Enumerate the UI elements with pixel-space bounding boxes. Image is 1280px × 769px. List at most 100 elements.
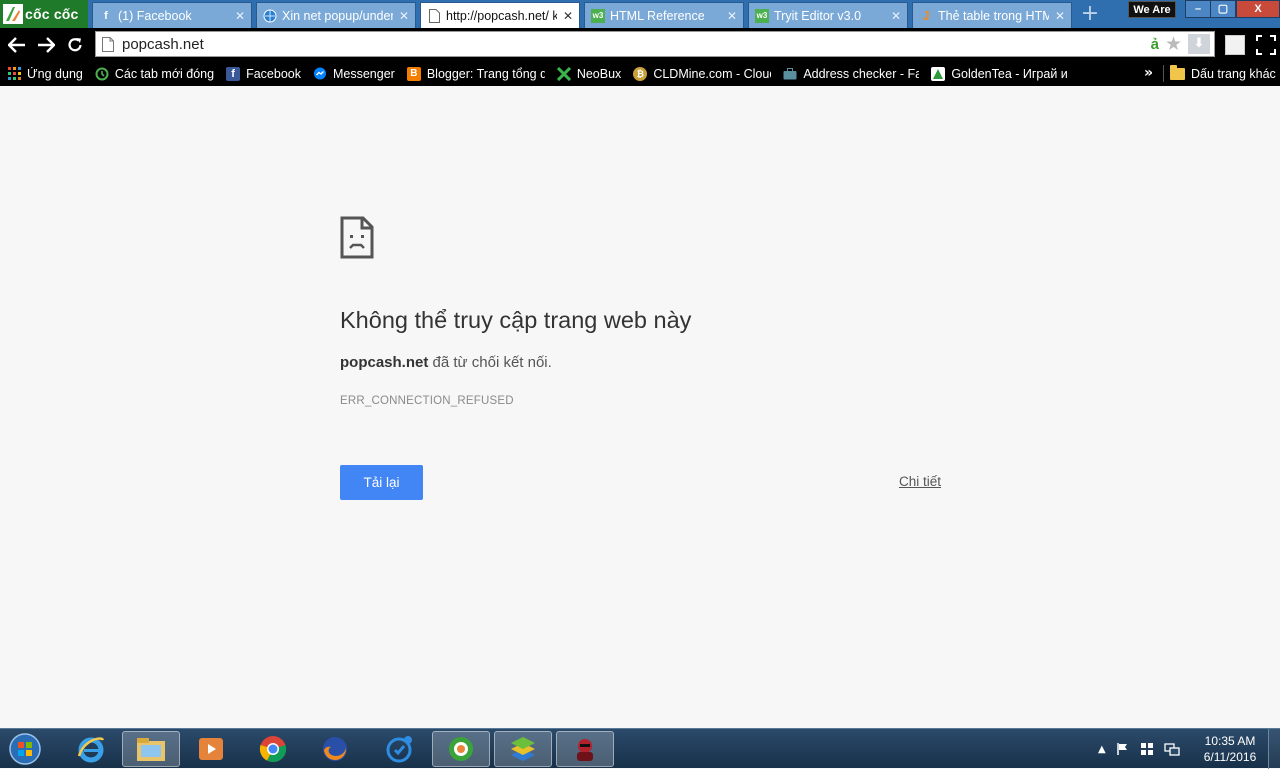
bookmark-recent-tabs[interactable]: Các tab mới đóng xyxy=(95,67,214,81)
coccoc-logo-icon xyxy=(3,4,23,24)
bookmark-neobux[interactable]: NeoBux xyxy=(556,66,621,81)
action-center-flag-icon[interactable] xyxy=(1116,742,1130,756)
globe-icon xyxy=(263,9,277,23)
facebook-icon: f xyxy=(226,66,241,81)
minimize-button[interactable]: – xyxy=(1185,0,1211,18)
coccoc-update-icon xyxy=(386,736,412,763)
brand-name: cốc cốc xyxy=(25,6,79,22)
bookmark-label: Các tab mới đóng xyxy=(114,66,215,81)
close-window-button[interactable]: X xyxy=(1236,0,1280,18)
tab-xin-net[interactable]: Xin net popup/under ✕ xyxy=(256,2,416,28)
we-are-badge[interactable]: We Are xyxy=(1128,1,1176,18)
bookmark-label: Facebook xyxy=(246,66,301,81)
file-explorer-icon xyxy=(137,738,165,761)
tab-title: Tryit Editor v3.0 xyxy=(774,8,862,23)
other-bookmarks-folder[interactable]: Dấu trang khác xyxy=(1170,61,1276,86)
bookmark-facebook[interactable]: f Facebook xyxy=(226,66,301,81)
history-icon xyxy=(95,67,109,81)
maximize-button[interactable]: ▢ xyxy=(1210,0,1236,18)
w3schools-icon: w3 xyxy=(591,8,605,23)
bookmark-label: CLDMine.com - Cloud xyxy=(653,66,772,81)
bookmarks-divider xyxy=(1163,65,1164,82)
taskbar-explorer[interactable] xyxy=(122,731,180,767)
details-link[interactable]: Chi tiết xyxy=(899,474,941,489)
close-icon[interactable]: ✕ xyxy=(725,9,739,23)
url-text: popcash.net xyxy=(122,35,204,53)
apps-grid-icon xyxy=(7,67,21,81)
tab-tryit-editor[interactable]: w3 Tryit Editor v3.0 ✕ xyxy=(748,2,908,28)
bookmark-label: Blogger: Trang tổng q xyxy=(426,66,545,81)
tab-html-reference[interactable]: w3 HTML Reference ✕ xyxy=(584,2,744,28)
extension-icon[interactable] xyxy=(1225,35,1245,55)
coccoc-icon xyxy=(449,737,473,761)
forward-button[interactable] xyxy=(34,33,58,57)
windows-update-icon[interactable] xyxy=(1140,742,1154,756)
system-clock[interactable]: 10:35 AM 6/11/2016 xyxy=(1198,733,1262,765)
chrome-icon xyxy=(259,736,287,763)
folder-icon xyxy=(1170,64,1185,80)
page-icon xyxy=(427,8,441,23)
taskbar-ie[interactable] xyxy=(62,731,120,767)
spy-game-icon xyxy=(577,739,593,761)
close-icon[interactable]: ✕ xyxy=(397,9,411,23)
bluestacks-icon xyxy=(511,737,535,761)
close-icon[interactable]: ✕ xyxy=(561,9,575,23)
bookmark-label: GoldenTea - Играй и xyxy=(951,66,1068,81)
reload-icon xyxy=(68,38,82,52)
error-host: popcash.net xyxy=(340,354,429,371)
taskbar-media-player[interactable] xyxy=(182,731,240,767)
forward-arrow-icon xyxy=(38,37,55,53)
error-summary-text: đã từ chối kết nối. xyxy=(428,354,552,371)
firefox-icon xyxy=(323,737,347,761)
tab-title: (1) Facebook xyxy=(118,8,192,23)
bookmark-apps[interactable]: Ứng dụng xyxy=(7,67,83,81)
taskbar-firefox[interactable] xyxy=(306,731,364,767)
clock-date: 6/11/2016 xyxy=(1203,750,1257,764)
j-icon: J xyxy=(922,8,930,23)
new-tab-button[interactable]: + xyxy=(1078,3,1102,25)
close-icon[interactable]: ✕ xyxy=(889,9,903,23)
sad-page-icon xyxy=(340,216,374,259)
close-icon[interactable]: ✕ xyxy=(233,9,247,23)
bitcoin-icon: ₿ xyxy=(633,66,648,81)
spellcheck-icon[interactable]: ả xyxy=(1151,36,1159,53)
taskbar-chrome[interactable] xyxy=(244,731,302,767)
back-arrow-icon xyxy=(8,37,25,53)
w3schools-icon: w3 xyxy=(755,8,769,23)
taskbar-bluestacks[interactable] xyxy=(494,731,552,767)
taskbar: ▲ 10:35 AM 6/11/2016 xyxy=(0,728,1280,769)
more-bookmarks-button[interactable]: » xyxy=(1144,61,1153,86)
bookmark-address-checker[interactable]: Address checker - Fau xyxy=(783,67,919,81)
fullscreen-icon[interactable] xyxy=(1255,34,1277,56)
taskbar-spy-game[interactable] xyxy=(556,731,614,767)
start-button[interactable] xyxy=(5,731,45,767)
address-bar[interactable]: popcash.net ả ★ ⬇ xyxy=(95,31,1215,57)
reload-page-button[interactable]: Tải lại xyxy=(340,465,423,500)
goldentea-icon xyxy=(931,66,946,81)
bookmark-label: Messenger xyxy=(332,66,395,81)
tab-the-table[interactable]: J Thẻ table trong HTM ✕ xyxy=(912,2,1072,28)
other-bookmarks-label: Dấu trang khác xyxy=(1191,66,1276,81)
media-player-icon xyxy=(199,738,223,760)
back-button[interactable] xyxy=(5,33,29,57)
bookmark-goldentea[interactable]: GoldenTea - Играй и xyxy=(931,66,1068,81)
bookmark-cldmine[interactable]: ₿ CLDMine.com - Cloud xyxy=(633,66,772,81)
error-summary: popcash.net đã từ chối kết nối. xyxy=(340,354,552,371)
taskbar-coccoc-update[interactable] xyxy=(370,731,428,767)
taskbar-coccoc[interactable] xyxy=(432,731,490,767)
tab-facebook[interactable]: f (1) Facebook ✕ xyxy=(92,2,252,28)
error-heading: Không thể truy cập trang web này xyxy=(340,307,692,333)
show-desktop-button[interactable] xyxy=(1268,729,1280,769)
coccoc-brand[interactable]: cốc cốc xyxy=(0,0,88,28)
tab-title: Xin net popup/under xyxy=(282,8,393,23)
download-icon[interactable]: ⬇ xyxy=(1188,34,1210,54)
bookmark-blogger[interactable]: B Blogger: Trang tổng q xyxy=(406,66,545,81)
reload-button[interactable] xyxy=(63,33,87,57)
bookmark-messenger[interactable]: Messenger xyxy=(313,67,395,81)
tab-popcash[interactable]: http://popcash.net/ k ✕ xyxy=(420,2,580,28)
close-icon[interactable]: ✕ xyxy=(1053,9,1067,23)
show-hidden-icons-icon[interactable]: ▲ xyxy=(1098,744,1106,755)
bookmark-star-icon[interactable]: ★ xyxy=(1165,34,1182,54)
tab-title: Thẻ table trong HTM xyxy=(938,8,1049,23)
network-icon[interactable] xyxy=(1164,742,1180,756)
